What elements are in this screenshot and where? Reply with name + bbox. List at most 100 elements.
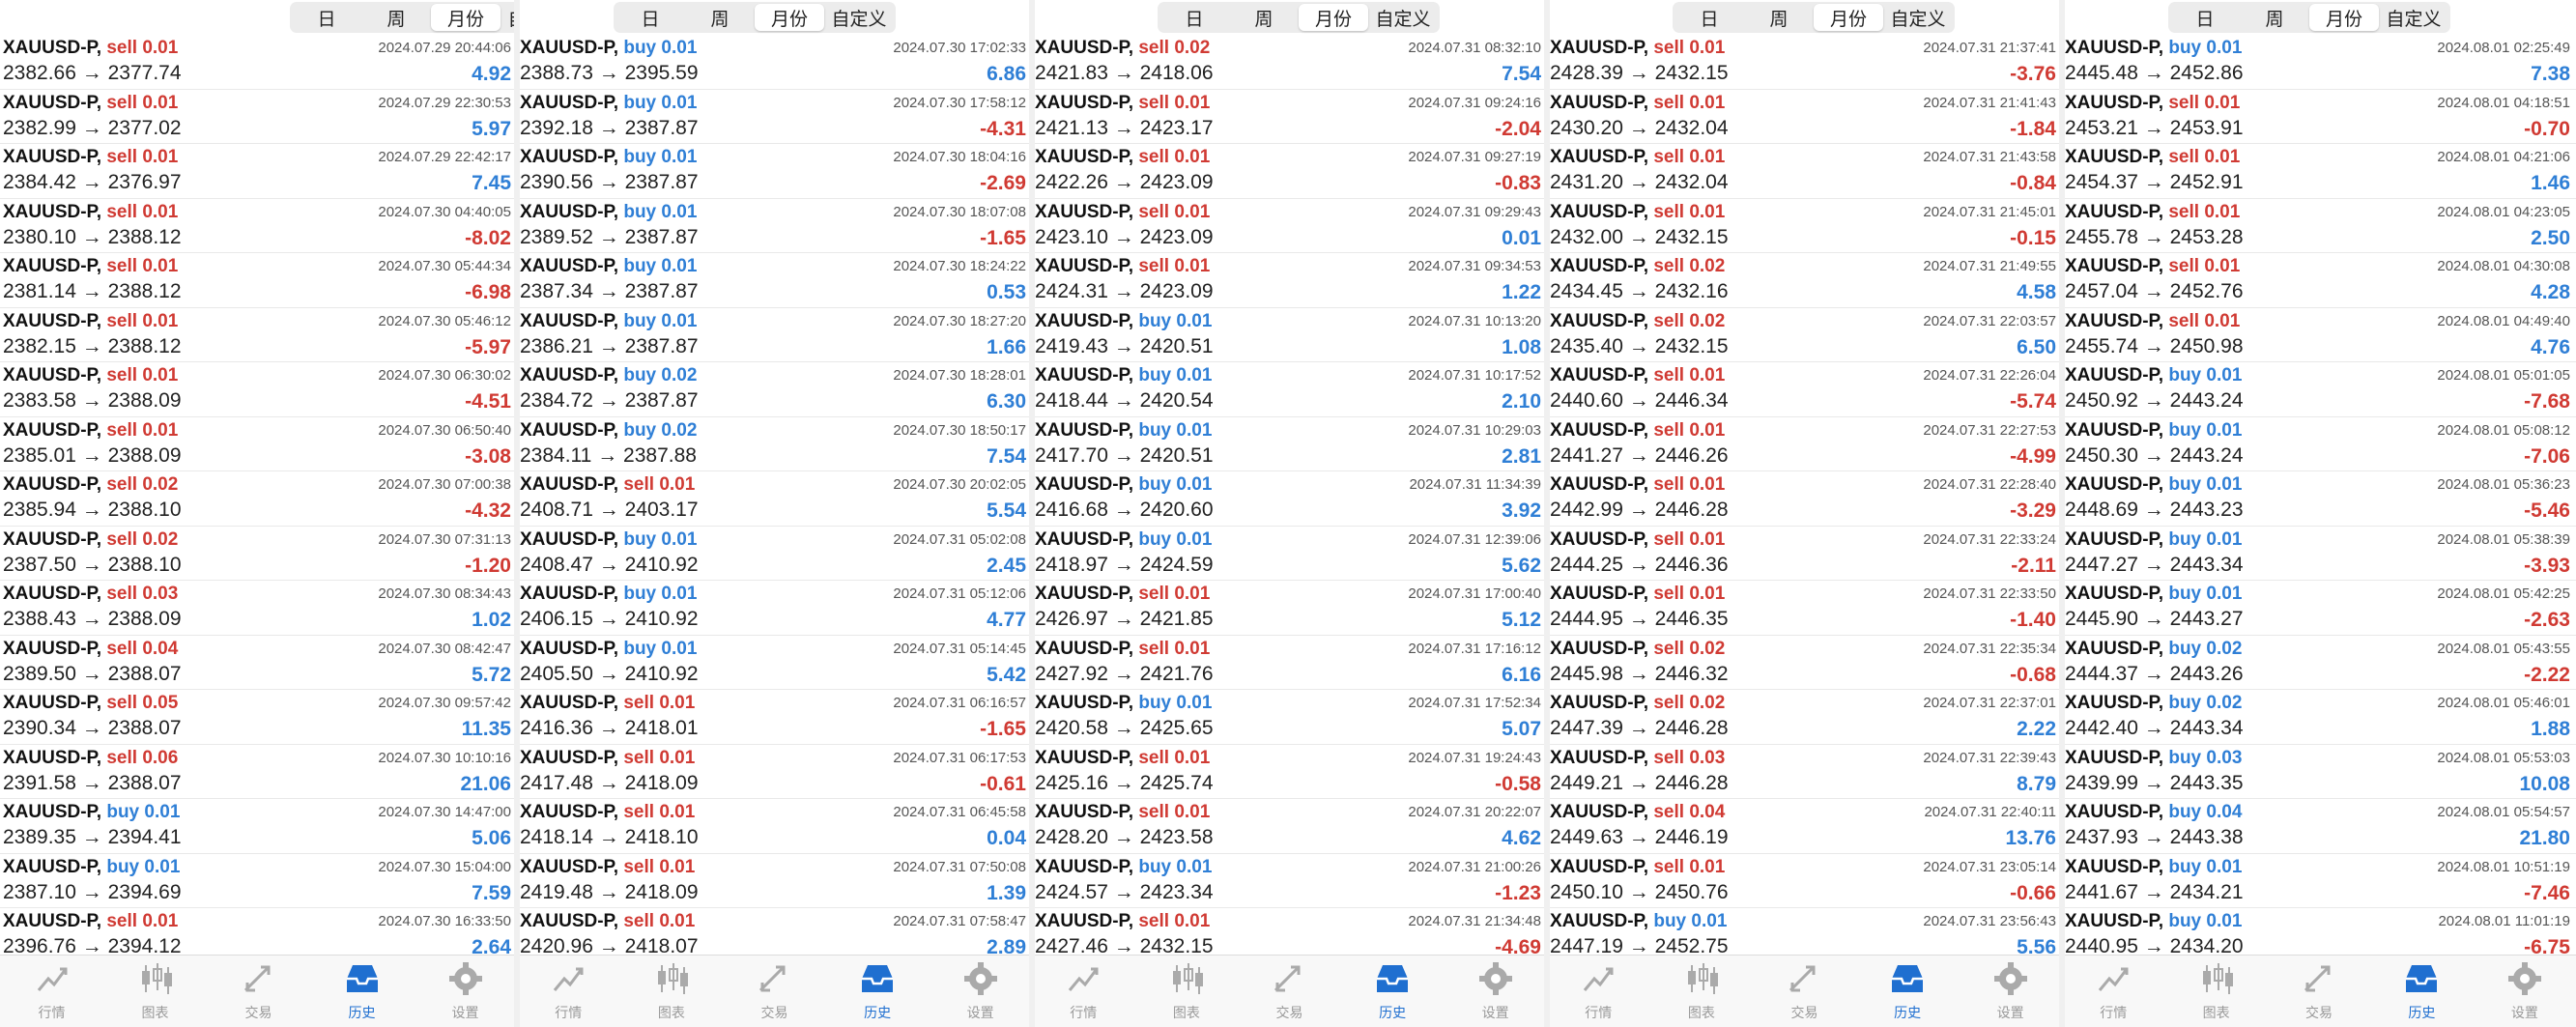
trade-row[interactable]: XAUUSD-P, sell 0.01 2454.37 → 2452.91 2024…	[2062, 144, 2576, 199]
trade-row[interactable]: XAUUSD-P, sell 0.01 2450.10 → 2450.76 2024…	[1547, 854, 2062, 908]
trade-row[interactable]: XAUUSD-P, sell 0.01 2384.42 → 2376.97 2024…	[0, 144, 517, 199]
trade-row[interactable]: XAUUSD-P, sell 0.01 2408.71 → 2403.17 2024…	[517, 471, 1032, 527]
trade-row[interactable]: XAUUSD-P, buy 0.01 2408.47 → 2410.92 2024.…	[517, 527, 1032, 581]
trade-row[interactable]: XAUUSD-P, buy 0.01 2447.27 → 2443.34 2024.…	[2062, 527, 2576, 581]
trade-history-list[interactable]: XAUUSD-P, buy 0.01 2388.73 → 2395.59 2024.…	[517, 35, 1032, 956]
trade-row[interactable]: XAUUSD-P, sell 0.02 2387.50 → 2388.10 2024…	[0, 527, 517, 581]
period-option[interactable]: 日	[1674, 4, 1744, 31]
tab-item[interactable]: 行情	[2062, 956, 2164, 1027]
trade-history-list[interactable]: XAUUSD-P, sell 0.01 2382.66 → 2377.74 2024…	[0, 35, 517, 956]
period-option[interactable]: 日	[1159, 4, 1229, 31]
trade-row[interactable]: XAUUSD-P, sell 0.01 2396.76 → 2394.12 2024…	[0, 908, 517, 956]
trade-row[interactable]: XAUUSD-P, sell 0.01 2428.39 → 2432.15 2024…	[1547, 35, 2062, 90]
tab-item[interactable]: 历史	[2370, 956, 2473, 1027]
trade-row[interactable]: XAUUSD-P, sell 0.01 2444.95 → 2446.35 2024…	[1547, 581, 2062, 636]
tab-item[interactable]: 行情	[1032, 956, 1135, 1027]
trade-row[interactable]: XAUUSD-P, sell 0.01 2383.58 → 2388.09 2024…	[0, 362, 517, 417]
trade-row[interactable]: XAUUSD-P, sell 0.01 2457.04 → 2452.76 2024…	[2062, 253, 2576, 308]
period-option[interactable]: 月份	[1299, 4, 1368, 31]
tab-item[interactable]: 行情	[1547, 956, 1650, 1027]
trade-row[interactable]: XAUUSD-P, buy 0.02 2384.11 → 2387.88 2024.…	[517, 417, 1032, 471]
trade-row[interactable]: XAUUSD-P, sell 0.01 2426.97 → 2421.85 2024…	[1032, 581, 1547, 636]
tab-item[interactable]: 设置	[1444, 956, 1547, 1027]
tab-item[interactable]: 图表	[2164, 956, 2267, 1027]
trade-row[interactable]: XAUUSD-P, sell 0.01 2453.21 → 2453.91 2024…	[2062, 90, 2576, 144]
tab-item[interactable]: 行情	[517, 956, 620, 1027]
tab-item[interactable]: 历史	[1856, 956, 1960, 1027]
trade-row[interactable]: XAUUSD-P, sell 0.02 2447.39 → 2446.28 2024…	[1547, 690, 2062, 745]
trade-row[interactable]: XAUUSD-P, sell 0.01 2385.01 → 2388.09 2024…	[0, 417, 517, 471]
trade-history-list[interactable]: XAUUSD-P, sell 0.02 2421.83 → 2418.06 2024…	[1032, 35, 1547, 956]
trade-row[interactable]: XAUUSD-P, sell 0.01 2427.92 → 2421.76 2024…	[1032, 636, 1547, 690]
period-option[interactable]: 月份	[2309, 4, 2379, 31]
trade-row[interactable]: XAUUSD-P, sell 0.03 2449.21 → 2446.28 2024…	[1547, 745, 2062, 799]
trade-row[interactable]: XAUUSD-P, sell 0.01 2382.66 → 2377.74 2024…	[0, 35, 517, 90]
tab-item[interactable]: 图表	[620, 956, 724, 1027]
period-option[interactable]: 自定义	[1883, 4, 1953, 31]
trade-row[interactable]: XAUUSD-P, sell 0.04 2389.50 → 2388.07 2024…	[0, 636, 517, 690]
trade-row[interactable]: XAUUSD-P, buy 0.01 2424.57 → 2423.34 2024.…	[1032, 854, 1547, 908]
trade-row[interactable]: XAUUSD-P, buy 0.01 2440.95 → 2434.20 2024.…	[2062, 908, 2576, 956]
tab-item[interactable]: 设置	[414, 956, 517, 1027]
tab-item[interactable]: 设置	[1959, 956, 2062, 1027]
trade-row[interactable]: XAUUSD-P, buy 0.01 2406.15 → 2410.92 2024.…	[517, 581, 1032, 636]
trade-row[interactable]: XAUUSD-P, sell 0.01 2382.15 → 2388.12 2024…	[0, 308, 517, 362]
period-option[interactable]: 日	[292, 4, 361, 31]
trade-row[interactable]: XAUUSD-P, sell 0.02 2435.40 → 2432.15 2024…	[1547, 308, 2062, 362]
trade-row[interactable]: XAUUSD-P, buy 0.01 2389.35 → 2394.41 2024.…	[0, 799, 517, 854]
period-option[interactable]: 周	[1744, 4, 1814, 31]
trade-row[interactable]: XAUUSD-P, buy 0.01 2387.34 → 2387.87 2024.…	[517, 253, 1032, 308]
period-option[interactable]: 自定义	[824, 4, 894, 31]
trade-row[interactable]: XAUUSD-P, buy 0.02 2444.37 → 2443.26 2024.…	[2062, 636, 2576, 690]
trade-row[interactable]: XAUUSD-P, buy 0.01 2388.73 → 2395.59 2024.…	[517, 35, 1032, 90]
trade-row[interactable]: XAUUSD-P, sell 0.01 2382.99 → 2377.02 2024…	[0, 90, 517, 144]
tab-item[interactable]: 图表	[1135, 956, 1239, 1027]
period-option[interactable]: 月份	[755, 4, 824, 31]
trade-row[interactable]: XAUUSD-P, sell 0.01 2442.99 → 2446.28 2024…	[1547, 471, 2062, 527]
tab-item[interactable]: 行情	[0, 956, 103, 1027]
trade-row[interactable]: XAUUSD-P, buy 0.01 2420.58 → 2425.65 2024.…	[1032, 690, 1547, 745]
trade-row[interactable]: XAUUSD-P, sell 0.01 2427.46 → 2432.15 2024…	[1032, 908, 1547, 956]
period-option[interactable]: 日	[2170, 4, 2240, 31]
trade-row[interactable]: XAUUSD-P, sell 0.06 2391.58 → 2388.07 2024…	[0, 745, 517, 799]
trade-row[interactable]: XAUUSD-P, buy 0.01 2441.67 → 2434.21 2024.…	[2062, 854, 2576, 908]
trade-row[interactable]: XAUUSD-P, sell 0.02 2445.98 → 2446.32 2024…	[1547, 636, 2062, 690]
tab-item[interactable]: 历史	[1341, 956, 1445, 1027]
tab-item[interactable]: 历史	[310, 956, 414, 1027]
trade-row[interactable]: XAUUSD-P, sell 0.04 2449.63 → 2446.19 2024…	[1547, 799, 2062, 854]
trade-row[interactable]: XAUUSD-P, buy 0.03 2439.99 → 2443.35 2024.…	[2062, 745, 2576, 799]
period-option[interactable]: 周	[1229, 4, 1299, 31]
trade-row[interactable]: XAUUSD-P, sell 0.01 2428.20 → 2423.58 2024…	[1032, 799, 1547, 854]
trade-row[interactable]: XAUUSD-P, buy 0.04 2437.93 → 2443.38 2024.…	[2062, 799, 2576, 854]
trade-row[interactable]: XAUUSD-P, sell 0.01 2431.20 → 2432.04 2024…	[1547, 144, 2062, 199]
trade-row[interactable]: XAUUSD-P, buy 0.01 2448.69 → 2443.23 2024.…	[2062, 471, 2576, 527]
trade-row[interactable]: XAUUSD-P, buy 0.01 2419.43 → 2420.51 2024.…	[1032, 308, 1547, 362]
trade-row[interactable]: XAUUSD-P, buy 0.01 2450.92 → 2443.24 2024.…	[2062, 362, 2576, 417]
trade-row[interactable]: XAUUSD-P, sell 0.02 2434.45 → 2432.16 2024…	[1547, 253, 2062, 308]
trade-row[interactable]: XAUUSD-P, sell 0.01 2417.48 → 2418.09 2024…	[517, 745, 1032, 799]
tab-item[interactable]: 交易	[207, 956, 310, 1027]
trade-row[interactable]: XAUUSD-P, sell 0.01 2420.96 → 2418.07 2024…	[517, 908, 1032, 956]
trade-row[interactable]: XAUUSD-P, sell 0.01 2423.10 → 2423.09 2024…	[1032, 199, 1547, 253]
period-option[interactable]: 自定义	[1368, 4, 1438, 31]
trade-row[interactable]: XAUUSD-P, buy 0.01 2389.52 → 2387.87 2024.…	[517, 199, 1032, 253]
trade-row[interactable]: XAUUSD-P, sell 0.02 2421.83 → 2418.06 2024…	[1032, 35, 1547, 90]
trade-row[interactable]: XAUUSD-P, buy 0.01 2392.18 → 2387.87 2024.…	[517, 90, 1032, 144]
period-option[interactable]: 自定义	[2379, 4, 2448, 31]
tab-item[interactable]: 历史	[826, 956, 930, 1027]
trade-row[interactable]: XAUUSD-P, sell 0.01 2421.13 → 2423.17 2024…	[1032, 90, 1547, 144]
period-option[interactable]: 月份	[431, 4, 501, 31]
trade-row[interactable]: XAUUSD-P, buy 0.01 2418.97 → 2424.59 2024.…	[1032, 527, 1547, 581]
trade-row[interactable]: XAUUSD-P, sell 0.01 2430.20 → 2432.04 2024…	[1547, 90, 2062, 144]
tab-item[interactable]: 交易	[1753, 956, 1856, 1027]
tab-item[interactable]: 设置	[2474, 956, 2576, 1027]
trade-row[interactable]: XAUUSD-P, sell 0.03 2388.43 → 2388.09 2024…	[0, 581, 517, 636]
period-option[interactable]: 日	[615, 4, 685, 31]
trade-row[interactable]: XAUUSD-P, sell 0.01 2432.00 → 2432.15 2024…	[1547, 199, 2062, 253]
trade-row[interactable]: XAUUSD-P, sell 0.01 2418.14 → 2418.10 2024…	[517, 799, 1032, 854]
trade-row[interactable]: XAUUSD-P, buy 0.02 2384.72 → 2387.87 2024.…	[517, 362, 1032, 417]
trade-row[interactable]: XAUUSD-P, sell 0.01 2444.25 → 2446.36 2024…	[1547, 527, 2062, 581]
tab-item[interactable]: 交易	[723, 956, 826, 1027]
trade-row[interactable]: XAUUSD-P, buy 0.01 2450.30 → 2443.24 2024.…	[2062, 417, 2576, 471]
trade-row[interactable]: XAUUSD-P, sell 0.01 2440.60 → 2446.34 2024…	[1547, 362, 2062, 417]
